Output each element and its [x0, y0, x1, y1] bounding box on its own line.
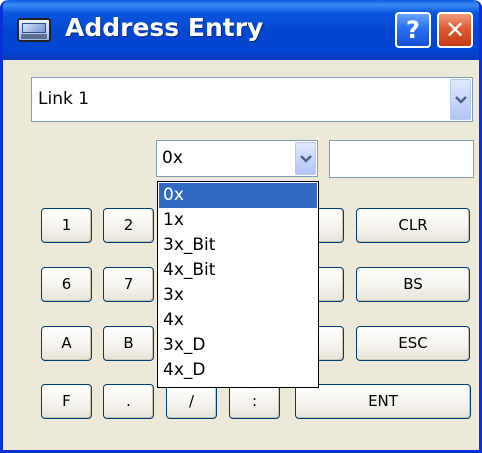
dropdown-option[interactable]: 1x [159, 208, 317, 233]
ent-button[interactable]: ENT [295, 384, 471, 419]
address-value-field[interactable] [329, 140, 474, 178]
window-title: Address Entry [65, 13, 264, 42]
clr-button[interactable]: CLR [356, 208, 470, 243]
link-select-value: Link 1 [38, 89, 90, 109]
address-type-dropdown-list[interactable]: 0x 1x 3x_Bit 4x_Bit 3x 4x 3x_D 4x_D [157, 181, 319, 388]
address-type-select-value: 0x [162, 148, 183, 168]
dropdown-option[interactable]: 3x [159, 283, 317, 308]
key-7[interactable]: 7 [103, 267, 154, 302]
title-bar[interactable]: Address Entry ? ✕ [3, 0, 479, 60]
address-type-select[interactable]: 0x [156, 140, 318, 177]
key-colon[interactable]: : [229, 384, 280, 419]
key-2[interactable]: 2 [103, 208, 154, 243]
close-button[interactable]: ✕ [437, 12, 473, 48]
dropdown-option[interactable]: 0x [159, 183, 317, 208]
link-select[interactable]: Link 1 [31, 77, 473, 122]
monitor-icon [17, 18, 51, 42]
dropdown-option[interactable]: 3x_Bit [159, 233, 317, 258]
key-a[interactable]: A [41, 326, 92, 361]
key-b[interactable]: B [103, 326, 154, 361]
bs-button[interactable]: BS [356, 267, 470, 302]
dropdown-option[interactable]: 3x_D [159, 333, 317, 358]
dropdown-option[interactable]: 4x [159, 308, 317, 333]
key-1[interactable]: 1 [41, 208, 92, 243]
key-slash[interactable]: / [166, 384, 217, 419]
address-entry-window: Address Entry ? ✕ Link 1 0x 1 2 CLR 6 7 … [0, 0, 482, 453]
key-6[interactable]: 6 [41, 267, 92, 302]
key-f[interactable]: F [41, 384, 92, 419]
chevron-down-icon[interactable] [450, 79, 471, 120]
dropdown-option[interactable]: 4x_Bit [159, 258, 317, 283]
chevron-down-icon[interactable] [295, 142, 316, 175]
esc-button[interactable]: ESC [356, 326, 470, 361]
key-dot[interactable]: . [103, 384, 154, 419]
help-button[interactable]: ? [395, 12, 431, 48]
dropdown-option[interactable]: 4x_D [159, 358, 317, 383]
